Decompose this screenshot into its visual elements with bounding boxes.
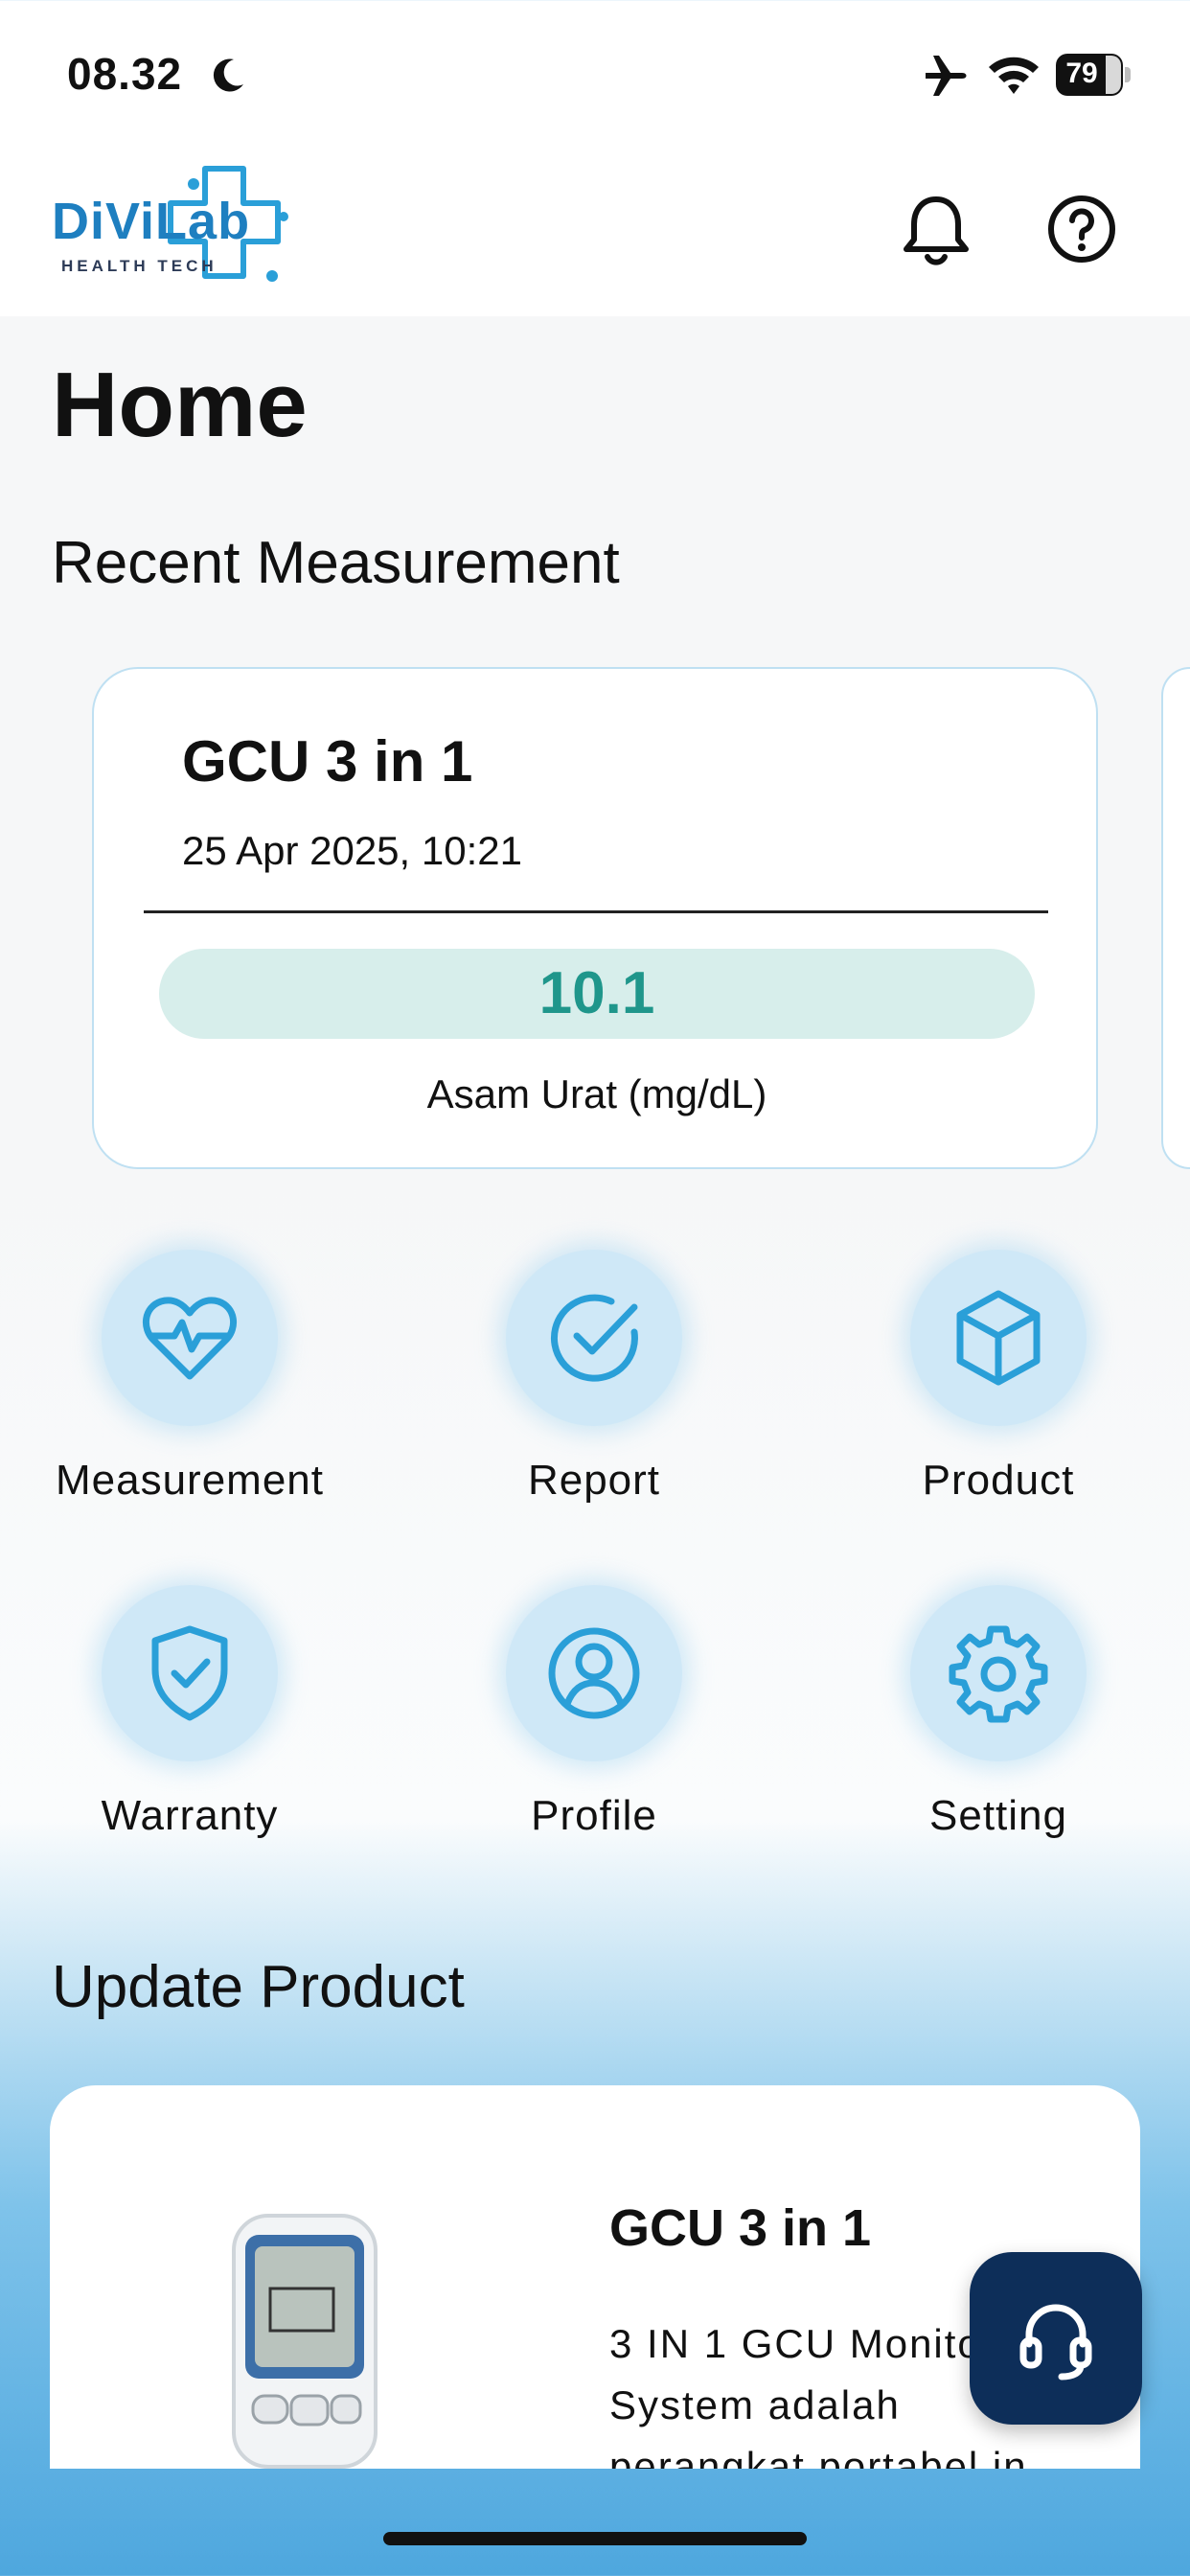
menu-icon-circle: [102, 1585, 278, 1761]
menu-profile[interactable]: Profile: [418, 1585, 801, 1873]
support-button[interactable]: [970, 2252, 1142, 2425]
bell-icon[interactable]: [901, 192, 972, 268]
recent-measurement-card[interactable]: GCU 3 in 1 25 Apr 2025, 10:21 10.1 Asam …: [92, 667, 1098, 1169]
update-product-title: Update Product: [52, 1954, 465, 2020]
user-circle-icon: [548, 1627, 640, 1719]
menu-label-setting: Setting: [929, 1792, 1067, 1839]
next-measurement-card[interactable]: [1161, 667, 1190, 1169]
menu-report[interactable]: Report: [418, 1250, 801, 1537]
battery-percent: 79: [1065, 58, 1098, 89]
menu-setting[interactable]: Setting: [822, 1585, 1190, 1873]
recent-measurement-title: Recent Measurement: [52, 530, 620, 596]
headset-icon: [1019, 2304, 1092, 2380]
help-icon[interactable]: [1046, 194, 1117, 264]
gear-icon: [949, 1625, 1048, 1723]
card-divider: [144, 910, 1048, 913]
status-time: 08.32: [67, 49, 183, 99]
measurement-device-name: GCU 3 in 1: [182, 729, 473, 794]
box-icon: [956, 1290, 1041, 1386]
menu-measurement[interactable]: Measurement: [13, 1250, 397, 1537]
home-indicator[interactable]: [383, 2532, 807, 2545]
logo-text: DiViLab: [52, 193, 251, 250]
heart-pulse-icon: [143, 1297, 237, 1380]
menu-label-profile: Profile: [531, 1792, 657, 1839]
menu-icon-circle: [910, 1250, 1087, 1426]
airplane-icon: [926, 56, 967, 96]
measurement-value: 10.1: [159, 949, 1035, 1039]
measurement-datetime: 25 Apr 2025, 10:21: [182, 828, 522, 873]
logo-subtitle: HEALTH TECH: [61, 257, 217, 275]
menu-icon-circle: [910, 1585, 1087, 1761]
menu-label-report: Report: [527, 1457, 661, 1504]
menu-warranty[interactable]: Warranty: [13, 1585, 397, 1873]
menu-icon-circle: [102, 1250, 278, 1426]
check-circle-icon: [550, 1294, 638, 1382]
moon-icon: [213, 58, 243, 92]
wifi-icon: [989, 57, 1039, 94]
menu-icon-circle: [506, 1250, 682, 1426]
menu-label-product: Product: [922, 1457, 1075, 1504]
glucose-meter-image: [232, 2214, 378, 2469]
shield-check-icon: [151, 1625, 228, 1721]
battery-indicator: 79: [1056, 54, 1133, 96]
menu-label-measurement: Measurement: [55, 1457, 324, 1504]
product-title: GCU 3 in 1: [609, 2199, 872, 2257]
measurement-label: Asam Urat (mg/dL): [426, 1071, 767, 1116]
menu-label-warranty: Warranty: [101, 1792, 279, 1839]
menu-product[interactable]: Product: [822, 1250, 1190, 1537]
menu-icon-circle: [506, 1585, 682, 1761]
page-title: Home: [52, 354, 308, 456]
